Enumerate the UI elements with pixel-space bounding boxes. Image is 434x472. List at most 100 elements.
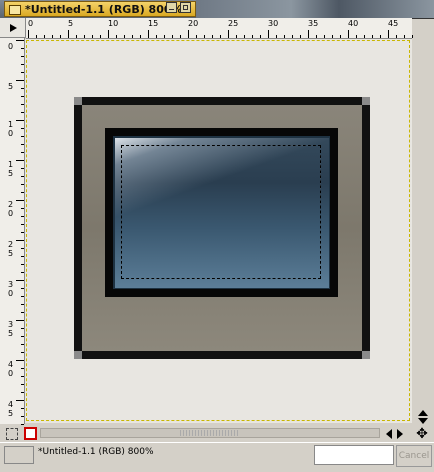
hruler-tick xyxy=(132,35,133,38)
vruler-tick xyxy=(21,136,24,137)
vruler-tick xyxy=(21,304,24,305)
vruler-tick xyxy=(21,392,24,393)
hruler-tick xyxy=(396,35,397,38)
hruler-tick xyxy=(348,30,349,38)
vruler-tick xyxy=(21,96,24,97)
vruler-tick xyxy=(21,256,24,257)
hruler-tick xyxy=(292,35,293,38)
vruler-tick xyxy=(16,80,24,81)
vruler-tick xyxy=(21,352,24,353)
vruler-label: 1 5 xyxy=(8,160,14,178)
hruler-tick xyxy=(332,35,333,38)
hruler-tick xyxy=(252,35,253,38)
minimize-button[interactable] xyxy=(166,2,177,13)
vruler-tick xyxy=(21,192,24,193)
hruler-label: 20 xyxy=(188,19,199,28)
hruler-tick xyxy=(276,35,277,38)
hruler-tick xyxy=(196,35,197,38)
vruler-tick xyxy=(21,336,24,337)
vruler-tick xyxy=(21,272,24,273)
vruler-tick xyxy=(21,248,24,249)
scrollbar-grip[interactable] xyxy=(180,430,240,436)
hruler-tick xyxy=(52,35,53,38)
vruler-tick xyxy=(16,40,24,41)
vruler-tick xyxy=(16,200,24,201)
vruler-tick xyxy=(16,280,24,281)
horizontal-scrollbar[interactable] xyxy=(40,426,412,440)
hruler-tick xyxy=(300,35,301,38)
frame-corner xyxy=(74,97,82,105)
image-menu-button[interactable] xyxy=(0,18,26,38)
quick-mask-icon[interactable] xyxy=(6,428,18,440)
hruler-tick xyxy=(228,30,229,38)
hruler-tick xyxy=(60,35,61,38)
vruler-tick xyxy=(21,296,24,297)
hruler-tick xyxy=(100,35,101,38)
hruler-tick xyxy=(92,35,93,38)
vruler-tick xyxy=(21,208,24,209)
vruler-tick xyxy=(21,184,24,185)
vruler-label: 2 5 xyxy=(8,240,14,258)
vruler-tick xyxy=(16,360,24,361)
hruler-tick xyxy=(364,35,365,38)
hruler-tick xyxy=(380,35,381,38)
scroll-down-icon[interactable] xyxy=(418,418,428,424)
vruler-tick xyxy=(16,320,24,321)
hruler-tick xyxy=(140,35,141,38)
vruler-tick xyxy=(21,288,24,289)
hruler-tick xyxy=(116,35,117,38)
vruler-tick xyxy=(21,384,24,385)
vruler-tick xyxy=(21,88,24,89)
hruler-tick xyxy=(156,35,157,38)
vruler-tick xyxy=(21,344,24,345)
navigate-icon[interactable]: ✥ xyxy=(412,426,432,442)
horizontal-ruler[interactable]: 0 5 10 15 20 25 30 35 40 45 xyxy=(26,18,413,39)
hruler-tick xyxy=(84,35,85,38)
scroll-right-icon[interactable] xyxy=(397,429,403,439)
cancel-button[interactable]: Cancel xyxy=(396,445,432,467)
hruler-tick xyxy=(372,35,373,38)
vruler-tick xyxy=(21,64,24,65)
scroll-left-icon[interactable] xyxy=(386,429,392,439)
frame-corner xyxy=(74,351,82,359)
vruler-label: 1 0 xyxy=(8,120,14,138)
hruler-tick xyxy=(76,35,77,38)
menu-arrow-icon[interactable] xyxy=(9,5,21,15)
hruler-label: 5 xyxy=(68,19,74,28)
selection-marquee[interactable] xyxy=(121,145,321,279)
hruler-tick xyxy=(316,35,317,38)
scroll-up-icon[interactable] xyxy=(418,410,428,416)
vruler-tick xyxy=(21,408,24,409)
vruler-tick xyxy=(21,216,24,217)
quick-mask-toggle[interactable] xyxy=(24,427,37,440)
hruler-tick xyxy=(180,35,181,38)
vruler-tick xyxy=(16,240,24,241)
hruler-tick xyxy=(340,35,341,38)
hruler-tick xyxy=(148,30,149,38)
vruler-tick xyxy=(16,160,24,161)
hruler-tick xyxy=(108,30,109,38)
hruler-tick xyxy=(308,30,309,38)
status-bar: *Untitled-1.1 (RGB) 800% Cancel xyxy=(0,442,434,472)
hruler-tick xyxy=(404,35,405,38)
maximize-button[interactable] xyxy=(180,2,191,13)
vruler-label: 0 xyxy=(8,42,14,51)
vruler-label: 2 0 xyxy=(8,200,14,218)
vruler-tick xyxy=(21,128,24,129)
hruler-tick xyxy=(188,30,189,38)
hruler-tick xyxy=(356,35,357,38)
unit-selector[interactable] xyxy=(4,446,34,464)
hruler-tick xyxy=(164,35,165,38)
hruler-tick xyxy=(204,35,205,38)
vertical-ruler[interactable]: 0 5 1 0 1 5 2 0 2 5 3 0 3 5 4 0 4 5 xyxy=(0,38,25,425)
vertical-scrollbar[interactable] xyxy=(412,38,434,424)
vruler-tick xyxy=(21,72,24,73)
hruler-tick xyxy=(68,30,69,38)
hruler-label: 15 xyxy=(148,19,159,28)
vruler-label: 3 0 xyxy=(8,280,14,298)
hruler-tick xyxy=(236,35,237,38)
hruler-label: 10 xyxy=(108,19,119,28)
hruler-tick xyxy=(36,35,37,38)
vruler-tick xyxy=(21,168,24,169)
vruler-tick xyxy=(21,224,24,225)
